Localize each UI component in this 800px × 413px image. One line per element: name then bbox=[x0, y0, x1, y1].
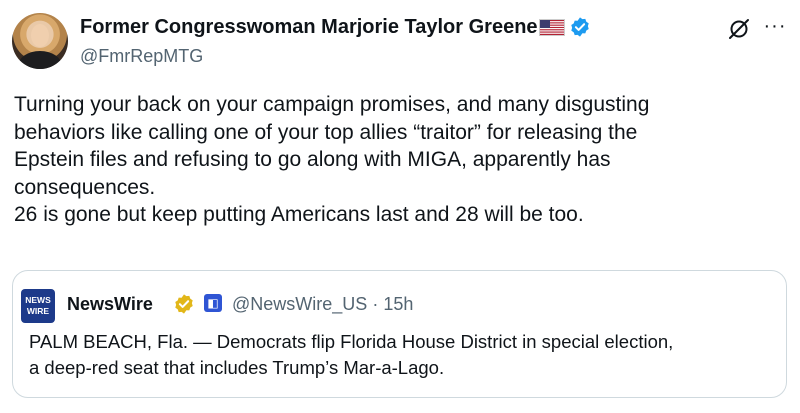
avatar-shoulders bbox=[18, 51, 62, 69]
quote-time[interactable]: 15h bbox=[383, 294, 413, 314]
post-line: behaviors like calling one of your top a… bbox=[14, 120, 638, 144]
us-flag-icon bbox=[538, 18, 565, 36]
quote-avatar[interactable]: NEWS WIRE bbox=[21, 289, 55, 323]
gold-verified-badge-icon[interactable] bbox=[173, 293, 195, 315]
post-line: Epstein files and refusing to go along w… bbox=[14, 148, 611, 171]
quote-line: PALM BEACH, Fla. — Democrats flip Florid… bbox=[29, 331, 674, 352]
author-name-text: Former Congresswoman Marjorie Taylor Gre… bbox=[80, 16, 538, 38]
quote-avatar-line1: NEWS bbox=[25, 295, 51, 305]
post-text: Turning your back on your campaign promi… bbox=[14, 91, 784, 229]
author-handle[interactable]: @FmrRepMTG bbox=[80, 44, 203, 68]
author-display-name[interactable]: Former Congresswoman Marjorie Taylor Gre… bbox=[80, 14, 591, 40]
quote-line: a deep-red seat that includes Trump’s Ma… bbox=[29, 357, 445, 378]
grok-icon[interactable] bbox=[727, 17, 751, 41]
affiliate-badge-icon[interactable]: ◧ bbox=[204, 294, 222, 312]
quote-handle[interactable]: @NewsWire_US bbox=[232, 294, 367, 314]
avatar-face bbox=[31, 24, 49, 47]
quote-meta: @NewsWire_US · 15h bbox=[232, 292, 413, 316]
post-line: 26 is gone but keep putting Americans la… bbox=[14, 203, 584, 226]
quote-author-name[interactable]: NewsWire bbox=[67, 292, 153, 316]
post-line: consequences. bbox=[14, 175, 156, 199]
quote-avatar-line2: WIRE bbox=[26, 306, 50, 316]
quote-text: PALM BEACH, Fla. — Democrats flip Florid… bbox=[29, 329, 779, 381]
post-line: Turning your back on your campaign promi… bbox=[14, 93, 650, 116]
author-avatar[interactable] bbox=[12, 13, 68, 69]
tweet: Former Congresswoman Marjorie Taylor Gre… bbox=[0, 0, 800, 413]
more-icon[interactable]: ··· bbox=[763, 16, 787, 40]
verified-badge-icon[interactable] bbox=[569, 16, 591, 38]
quote-separator: · bbox=[372, 294, 379, 314]
